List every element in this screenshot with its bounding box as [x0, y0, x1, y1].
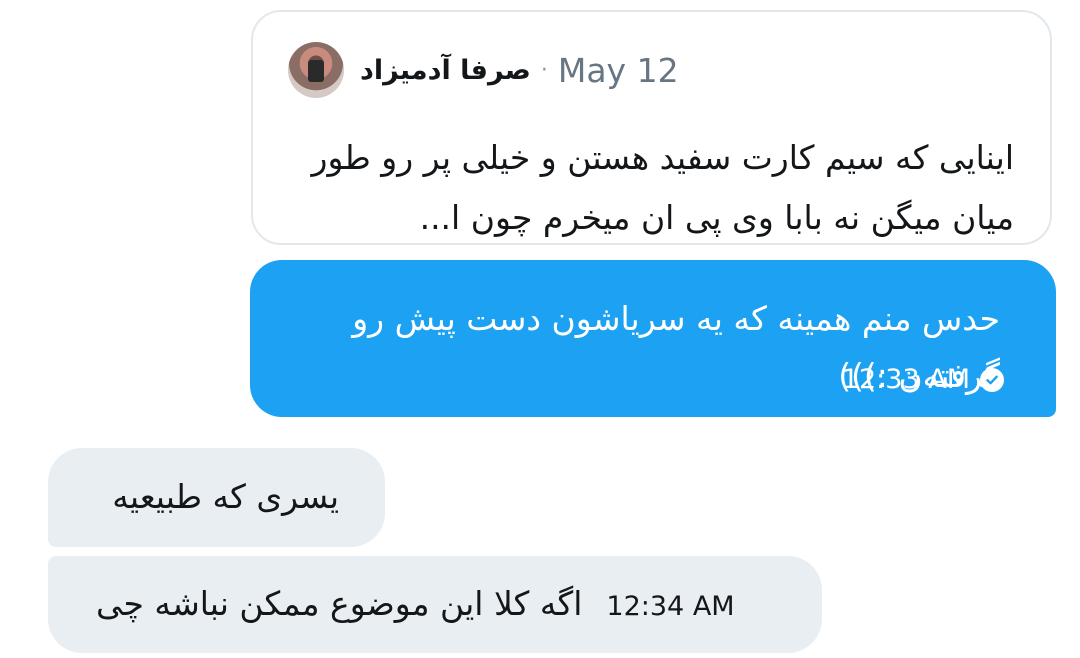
quoted-tweet-header: صرفا آدمیزاد · May 12	[288, 42, 679, 98]
message-text: اگه کلا این موضوع ممکن نباشه چی	[96, 584, 583, 623]
message-meta: 12:33 AM	[842, 364, 1004, 395]
message-timestamp: 12:34 AM	[606, 591, 735, 622]
message-timestamp: 12:33 AM	[841, 364, 970, 395]
message-text: یسری که طبیعیه	[112, 477, 339, 516]
avatar[interactable]	[288, 42, 344, 98]
check-circle-icon	[980, 367, 1004, 392]
incoming-message-bubble[interactable]: اگه کلا این موضوع ممکن نباشه چی 12:34 AM	[48, 556, 822, 653]
author-name[interactable]: صرفا آدمیزاد	[360, 55, 531, 86]
message-row: اگه کلا این موضوع ممکن نباشه چی 12:34 AM	[96, 580, 735, 628]
quoted-tweet-text: اینایی که سیم کارت سفید هستن و خیلی پر ر…	[311, 138, 1014, 237]
outgoing-message-bubble[interactable]: حدس منم همینه که یه سریاشون دست پیش رو گ…	[250, 260, 1056, 417]
separator-dot: ·	[540, 57, 548, 83]
quoted-tweet-card[interactable]: صرفا آدمیزاد · May 12 اینایی که سیم کارت…	[251, 10, 1052, 245]
incoming-message-bubble[interactable]: یسری که طبیعیه	[48, 448, 385, 547]
tweet-date[interactable]: May 12	[558, 51, 679, 90]
